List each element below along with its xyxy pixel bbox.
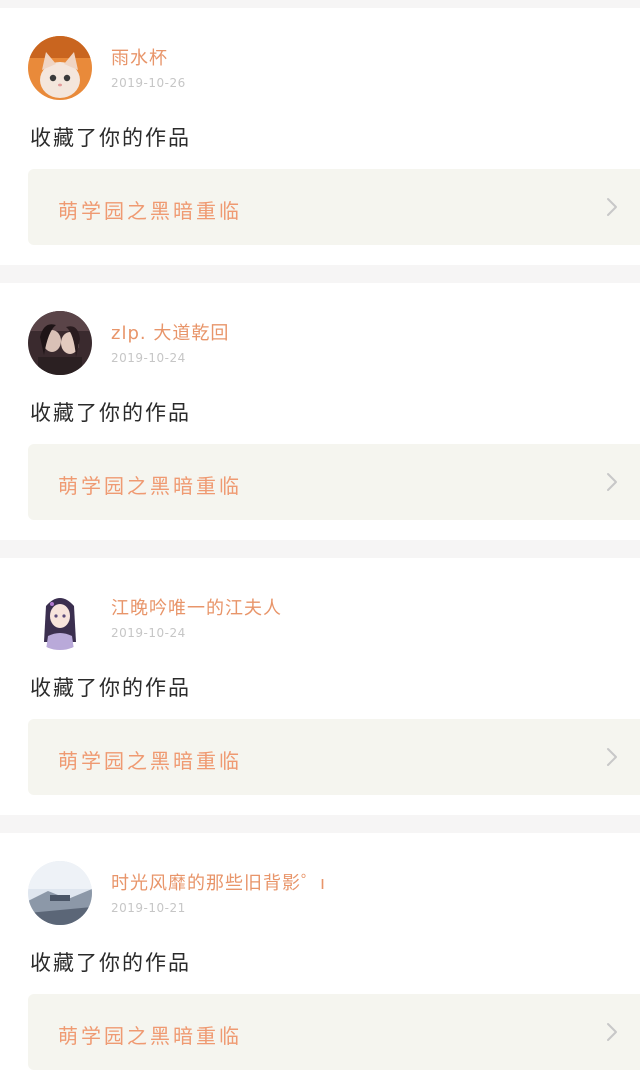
chevron-right-icon (607, 198, 617, 216)
user-name[interactable]: zlp. 大道乾回 (111, 319, 229, 345)
chevron-right-icon (607, 473, 617, 491)
activity-text: 收藏了你的作品 (30, 401, 191, 425)
anime-girl-avatar-icon (28, 586, 92, 650)
chevron-right-icon (607, 1023, 617, 1041)
activity-text: 收藏了你的作品 (30, 126, 191, 150)
user-avatar[interactable] (28, 861, 92, 925)
work-title: 萌学园之黑暗重临 (58, 199, 242, 223)
user-name[interactable]: 时光风靡的那些旧背影゜ı (111, 869, 326, 895)
user-name[interactable]: 雨水杯 (111, 44, 168, 70)
feed-item: zlp. 大道乾回 2019-10-24 收藏了你的作品 萌学园之黑暗重临 (0, 283, 640, 540)
chevron-right-icon (607, 748, 617, 766)
user-avatar[interactable] (28, 311, 92, 375)
feed-item: 时光风靡的那些旧背影゜ı 2019-10-21 收藏了你的作品 萌学园之黑暗重临 (0, 833, 640, 1088)
activity-text: 收藏了你的作品 (30, 951, 191, 975)
work-link[interactable]: 萌学园之黑暗重临 (28, 719, 640, 795)
work-link[interactable]: 萌学园之黑暗重临 (28, 444, 640, 520)
activity-date: 2019-10-24 (111, 351, 186, 365)
feed-item: 雨水杯 2019-10-26 收藏了你的作品 萌学园之黑暗重临 (0, 8, 640, 265)
work-title: 萌学园之黑暗重临 (58, 1024, 242, 1048)
work-title: 萌学园之黑暗重临 (58, 474, 242, 498)
two-women-photo-avatar-icon (28, 311, 92, 375)
feed-item: 江晚吟唯一的江夫人 2019-10-24 收藏了你的作品 萌学园之黑暗重临 (0, 558, 640, 815)
landscape-photo-avatar-icon (28, 861, 92, 925)
user-avatar[interactable] (28, 586, 92, 650)
work-link[interactable]: 萌学园之黑暗重临 (28, 994, 640, 1070)
activity-date: 2019-10-21 (111, 901, 186, 915)
cat-avatar-icon (28, 36, 92, 100)
activity-date: 2019-10-26 (111, 76, 186, 90)
activity-date: 2019-10-24 (111, 626, 186, 640)
user-avatar[interactable] (28, 36, 92, 100)
favorites-feed: 雨水杯 2019-10-26 收藏了你的作品 萌学园之黑暗重临 zlp. 大道乾… (0, 0, 640, 1088)
user-name[interactable]: 江晚吟唯一的江夫人 (111, 594, 282, 620)
activity-text: 收藏了你的作品 (30, 676, 191, 700)
work-link[interactable]: 萌学园之黑暗重临 (28, 169, 640, 245)
work-title: 萌学园之黑暗重临 (58, 749, 242, 773)
